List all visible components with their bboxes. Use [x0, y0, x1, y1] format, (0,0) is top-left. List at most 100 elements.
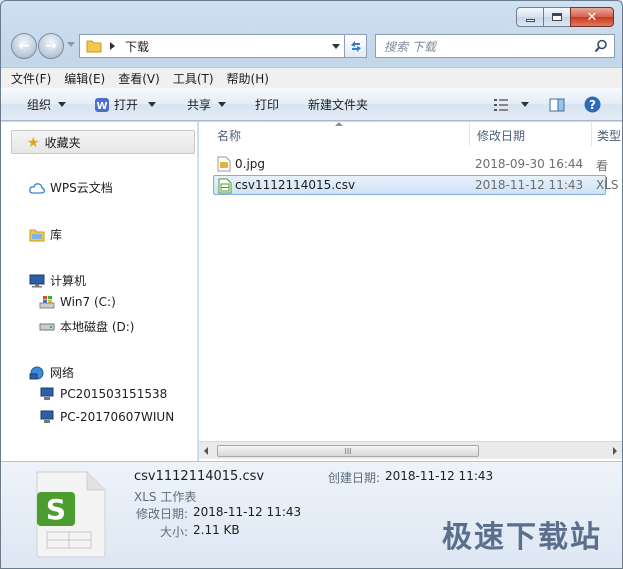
refresh-icon [350, 41, 361, 52]
breadcrumb-separator-icon [110, 42, 115, 50]
column-divider[interactable] [469, 122, 470, 146]
forward-button[interactable]: → [38, 33, 64, 59]
print-button[interactable]: 打印 [255, 88, 279, 121]
svg-text:?: ? [589, 98, 596, 112]
caption-buttons: ✕ [516, 7, 614, 27]
folder-icon [86, 40, 102, 53]
maximize-button[interactable] [543, 7, 570, 27]
file-type: XLS [596, 178, 619, 192]
nav-libraries[interactable]: 库 [29, 226, 62, 243]
column-name[interactable]: 名称 [217, 127, 241, 144]
column-modified[interactable]: 修改日期 [477, 127, 525, 144]
nav-network[interactable]: 网络 [29, 364, 74, 381]
nav-pc2[interactable]: PC-20170607WIUN [39, 410, 174, 424]
file-name: 0.jpg [235, 157, 266, 171]
details-modified-label: 修改日期: [136, 507, 189, 521]
menu-edit[interactable]: 编辑(E) [64, 70, 105, 87]
details-file-type: XLS 工作表 [134, 490, 197, 504]
navigation-row: ← → 下载 搜索 下载 [9, 33, 615, 59]
spreadsheet-file-icon [218, 178, 232, 194]
open-button[interactable]: W 打开 [94, 88, 157, 121]
column-type[interactable]: 类型 [597, 127, 621, 144]
address-dropdown-icon[interactable] [332, 44, 340, 49]
minimize-button[interactable] [516, 7, 543, 27]
share-chevron-down-icon [218, 102, 227, 107]
scrollbar-thumb[interactable]: III [217, 445, 479, 457]
menu-file[interactable]: 文件(F) [11, 70, 51, 87]
share-label: 共享 [187, 98, 212, 112]
nav-drive-c[interactable]: Win7 (C:) [39, 295, 116, 309]
address-bar[interactable]: 下载 [79, 34, 345, 58]
search-box[interactable]: 搜索 下载 [375, 34, 615, 58]
preview-pane-icon [549, 98, 565, 111]
details-modified-value: 2018-11-12 11:43 [193, 505, 302, 519]
nav-wps-cloud-label: WPS云文档 [50, 181, 113, 195]
large-spreadsheet-file-icon: S [36, 471, 106, 558]
help-button[interactable]: ? [584, 88, 601, 121]
file-row-selected[interactable]: csv1112114015.csv 2018-11-12 11:43 XLS [213, 175, 619, 195]
scroll-right-icon[interactable] [613, 447, 617, 455]
maximize-icon [552, 13, 562, 21]
help-icon: ? [584, 96, 601, 113]
details-created-value: 2018-11-12 11:43 [385, 469, 494, 483]
watermark-logo: 极速下载站 [442, 520, 602, 555]
nav-drive-d[interactable]: 本地磁盘 (D:) [39, 318, 134, 335]
file-name: csv1112114015.csv [235, 178, 356, 192]
open-label: 打开 [114, 98, 139, 112]
nav-drive-d-label: 本地磁盘 (D:) [60, 320, 135, 334]
close-button[interactable]: ✕ [570, 7, 614, 27]
menu-help[interactable]: 帮助(H) [227, 70, 269, 87]
preview-pane-button[interactable] [549, 88, 565, 121]
menu-view[interactable]: 查看(V) [118, 70, 160, 87]
nav-pc1[interactable]: PC201503151538 [39, 387, 167, 401]
print-label: 打印 [255, 98, 280, 112]
back-button[interactable]: ← [11, 33, 37, 59]
search-placeholder[interactable]: 搜索 下载 [384, 38, 436, 55]
scroll-left-icon[interactable] [204, 447, 208, 455]
explorer-window: ✕ ← → 下载 搜索 下载 文件(F) 编辑(E) 查看(V) 工具(T) 帮… [0, 0, 623, 569]
search-icon[interactable] [594, 39, 608, 53]
nav-wps-cloud[interactable]: WPS云文档 [29, 179, 113, 196]
star-icon: ★ [27, 134, 40, 151]
file-modified: 2018-11-12 11:43 [475, 178, 584, 192]
chevron-down-icon [58, 102, 67, 107]
horizontal-scrollbar[interactable]: III [199, 441, 622, 459]
details-pane: S csv1112114015.csv XLS 工作表 修改日期: 2018-1… [1, 461, 622, 568]
file-row[interactable]: 0.jpg 2018-09-30 16:44 看图 [213, 154, 608, 190]
file-list-pane: 名称 修改日期 类型 0.jpg 2018-09-30 16:44 看图 csv… [199, 122, 622, 461]
back-arrow-icon: ← [18, 38, 30, 54]
menu-tools[interactable]: 工具(T) [173, 70, 214, 87]
details-file-name: csv1112114015.csv [134, 469, 265, 484]
organize-label: 组织 [27, 98, 52, 112]
organize-button[interactable]: 组织 [27, 88, 67, 121]
library-icon [29, 229, 45, 241]
wps-icon: W [95, 97, 109, 112]
nav-drive-c-label: Win7 (C:) [60, 295, 116, 309]
windows-drive-icon [39, 296, 55, 309]
sort-ascending-icon [335, 122, 343, 126]
command-bar: 组织 W 打开 共享 打印 新建文件夹 ? [1, 88, 622, 121]
svg-text:S: S [46, 493, 66, 526]
network-icon [29, 366, 44, 379]
image-file-icon [217, 156, 231, 172]
new-folder-label: 新建文件夹 [308, 98, 369, 112]
view-list-icon [494, 98, 508, 111]
nav-computer[interactable]: 计算机 [29, 272, 86, 289]
nav-pc2-label: PC-20170607WIUN [60, 410, 175, 424]
new-folder-button[interactable]: 新建文件夹 [308, 88, 368, 121]
view-chevron-down-icon [521, 102, 529, 107]
nav-computer-label: 计算机 [50, 274, 87, 288]
nav-favorites[interactable]: ★ 收藏夹 [27, 134, 81, 151]
computer-icon [29, 274, 45, 287]
share-button[interactable]: 共享 [187, 88, 227, 121]
breadcrumb-downloads[interactable]: 下载 [125, 38, 149, 55]
recent-pages-dropdown[interactable] [67, 42, 75, 47]
hard-drive-icon [39, 323, 55, 330]
minimize-icon [525, 18, 535, 22]
view-options-button[interactable] [493, 88, 529, 121]
column-divider[interactable] [591, 122, 592, 146]
nav-libraries-label: 库 [50, 228, 63, 242]
scrollbar-grip: III [344, 446, 352, 456]
refresh-button[interactable] [345, 34, 367, 58]
close-icon: ✕ [586, 9, 598, 25]
